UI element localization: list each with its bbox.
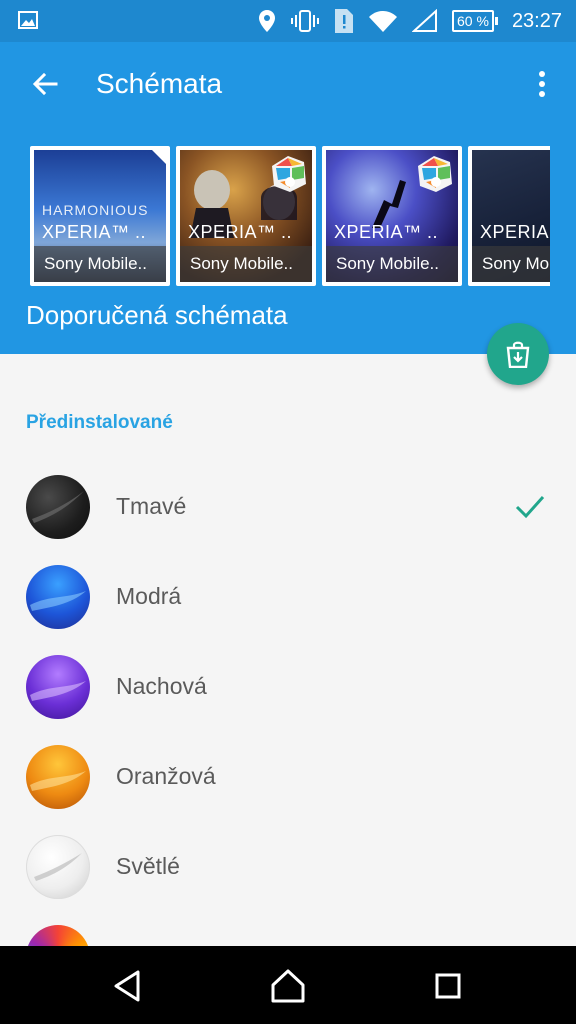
nav-back-icon[interactable] — [108, 966, 148, 1006]
theme-swatch-purple — [26, 655, 90, 719]
overflow-menu-icon[interactable] — [530, 66, 554, 102]
status-bar: 60 % 23:27 — [0, 0, 576, 42]
theme-list-item[interactable]: Tmavé — [0, 462, 576, 552]
preinstalled-section-title: Předinstalované — [26, 412, 173, 433]
shopping-bag-download-icon — [506, 341, 530, 368]
featured-themes-caption[interactable]: Doporučená schémata — [26, 300, 288, 331]
theme-card[interactable]: XPERIA™ .. Sony Mobile.. — [176, 146, 316, 286]
theme-list-item[interactable]: Modrá — [0, 552, 576, 642]
selected-check-icon — [514, 490, 546, 522]
theme-card-author: Sony Mobile.. — [472, 246, 550, 282]
theme-card-author: Sony Mobile.. — [34, 246, 166, 282]
theme-swatch-dark — [26, 475, 90, 539]
featured-theme-carousel[interactable]: HARMONIOUS XPERIA™ .. Sony Mobile.. XPER… — [30, 146, 550, 288]
theme-swatch-multicolor — [26, 925, 90, 948]
theme-list-item[interactable]: Nachová — [0, 642, 576, 732]
theme-swatch-orange — [26, 745, 90, 809]
theme-card-overlay-text: HARMONIOUS — [42, 202, 149, 218]
theme-card[interactable]: HARMONIOUS XPERIA™ .. Sony Mobile.. — [30, 146, 170, 286]
featured-themes-banner: HARMONIOUS XPERIA™ .. Sony Mobile.. XPER… — [0, 130, 576, 354]
theme-label: Světlé — [116, 853, 180, 879]
theme-card-name: XPERIA™ .. — [188, 222, 293, 242]
theme-label: Modrá — [116, 583, 182, 609]
signal-icon — [412, 9, 438, 32]
battery-icon: 60 % — [452, 10, 498, 32]
theme-card-name: XPERIA™ .. — [42, 222, 147, 242]
theme-store-badge-icon — [418, 156, 452, 192]
theme-card[interactable]: XPERIA™ .. Sony Mobile.. — [322, 146, 462, 286]
theme-card-name: XPERIA™ .. — [334, 222, 439, 242]
app-bar: Schémata — [0, 42, 576, 130]
theme-swatch-light — [26, 835, 90, 899]
theme-card[interactable]: XPERIA™ .. Sony Mobile.. — [468, 146, 550, 286]
gallery-notification-icon — [18, 10, 38, 35]
theme-label: Oranžová — [116, 763, 216, 789]
theme-list-item[interactable]: Oranžová — [0, 732, 576, 822]
theme-swatch-blue — [26, 565, 90, 629]
theme-store-button[interactable] — [487, 323, 549, 385]
nav-home-icon[interactable] — [268, 966, 308, 1006]
theme-card-author: Sony Mobile.. — [326, 246, 458, 282]
theme-store-badge-icon — [272, 156, 306, 192]
theme-list-item[interactable]: Světlé — [0, 822, 576, 912]
nav-recents-icon[interactable] — [428, 966, 468, 1006]
battery-percent: 60 % — [452, 10, 494, 32]
sim-alert-icon — [335, 9, 354, 33]
wifi-icon — [369, 11, 398, 32]
theme-list-item[interactable] — [0, 912, 576, 948]
theme-label: Nachová — [116, 673, 207, 699]
back-arrow-icon[interactable] — [28, 66, 64, 102]
preinstalled-theme-list: Tmavé Modrá Nachová Oranžová Světlé — [0, 462, 576, 948]
system-navigation-bar — [0, 946, 576, 1024]
vibrate-icon — [291, 10, 320, 32]
theme-label: Tmavé — [116, 493, 187, 519]
theme-card-author: Sony Mobile.. — [180, 246, 312, 282]
page-title: Schémata — [96, 68, 223, 99]
location-icon — [259, 10, 276, 32]
theme-card-name: XPERIA™ .. — [480, 222, 550, 242]
status-time: 23:27 — [511, 9, 562, 32]
